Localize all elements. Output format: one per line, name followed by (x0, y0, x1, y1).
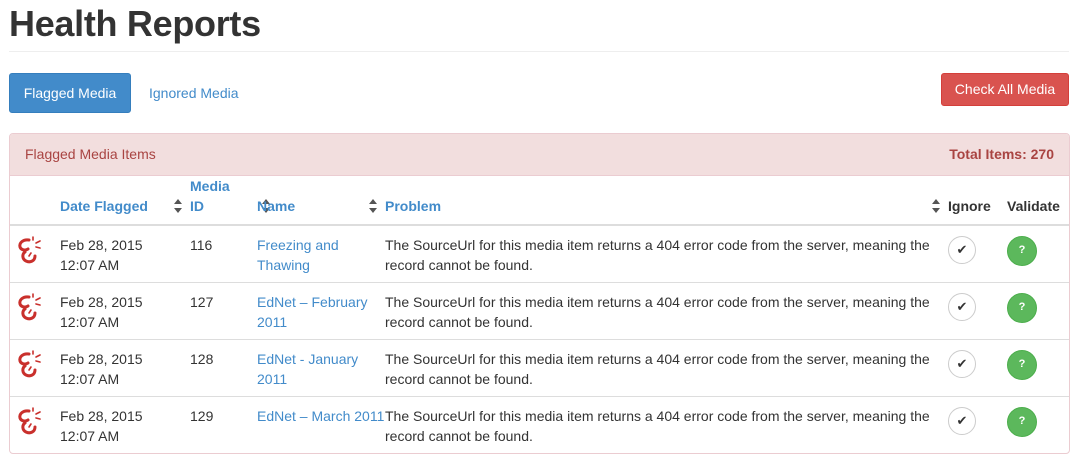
validate-button[interactable]: ? (1007, 292, 1037, 323)
problem-header[interactable]: Problem (385, 176, 948, 226)
date-flagged-cell: Feb 28, 2015 12:07 AM (60, 225, 190, 282)
ignore-check-button[interactable]: ✔ (948, 292, 976, 321)
validate-cell: ? (1007, 225, 1069, 282)
total-items: Total Items: 270 (949, 146, 1054, 162)
ignore-check-button[interactable]: ✔ (948, 236, 976, 264)
date-flagged-cell: Feb 28, 2015 12:07 AM (60, 338, 190, 396)
toolbar: Flagged Media Ignored Media Check All Me… (9, 73, 1069, 133)
time-text: 12:07 AM (60, 313, 120, 330)
validate-button[interactable]: ? (1007, 406, 1037, 437)
sort-icon (369, 199, 377, 213)
check-all-media-button[interactable]: Check All Media (941, 73, 1069, 106)
date-flagged-header[interactable]: Date Flagged (60, 176, 190, 226)
sort-icon (174, 199, 182, 213)
validate-header: Validate (1007, 176, 1069, 226)
validate-button[interactable]: ? (1007, 236, 1037, 266)
name-cell: EdNet – February 2011 (257, 281, 385, 339)
ignore-cell: ✔ (948, 395, 1007, 453)
validate-button[interactable]: ? (1007, 349, 1037, 380)
status-cell (10, 225, 60, 282)
media-name-link[interactable]: EdNet – February 2011 (257, 294, 368, 330)
broken-link-icon (18, 406, 41, 434)
ignore-header: Ignore (948, 176, 1007, 226)
media-id-cell: 127 (190, 281, 257, 339)
name-header[interactable]: Name (257, 176, 385, 226)
page: Health Reports Flagged Media Ignored Med… (0, 0, 1073, 454)
status-cell (10, 395, 60, 453)
ignore-cell: ✔ (948, 338, 1007, 396)
broken-link-icon (18, 292, 41, 320)
date-text: Feb 28, 2015 (60, 407, 143, 424)
table-row: Feb 28, 2015 12:07 AM 128 EdNet - Januar… (10, 338, 1069, 396)
media-name-link[interactable]: EdNet - January 2011 (257, 351, 358, 387)
problem-cell: The SourceUrl for this media item return… (385, 281, 948, 339)
date-flagged-cell: Feb 28, 2015 12:07 AM (60, 395, 190, 453)
ignored-media-tab[interactable]: Ignored Media (149, 73, 239, 113)
media-name-link[interactable]: Freezing and Thawing (257, 237, 339, 273)
panel-title: Flagged Media Items (25, 146, 156, 162)
status-cell (10, 281, 60, 339)
broken-link-icon (18, 349, 41, 377)
time-text: 12:07 AM (60, 370, 120, 387)
validate-cell: ? (1007, 338, 1069, 396)
table-row: Feb 28, 2015 12:07 AM 129 EdNet – March … (10, 395, 1069, 453)
media-id-header[interactable]: Media ID (190, 176, 270, 226)
page-title: Health Reports (9, 0, 1069, 52)
ignore-cell: ✔ (948, 281, 1007, 339)
table-row: Feb 28, 2015 12:07 AM 127 EdNet – Februa… (10, 281, 1069, 339)
time-text: 12:07 AM (60, 427, 120, 444)
flagged-media-tab[interactable]: Flagged Media (9, 73, 131, 113)
panel-heading: Flagged Media Items Total Items: 270 (10, 134, 1069, 176)
date-text: Feb 28, 2015 (60, 237, 143, 253)
ignore-check-button[interactable]: ✔ (948, 406, 976, 435)
date-flagged-cell: Feb 28, 2015 12:07 AM (60, 281, 190, 339)
name-cell: EdNet - January 2011 (257, 338, 385, 396)
problem-cell: The SourceUrl for this media item return… (385, 237, 930, 273)
ignore-check-button[interactable]: ✔ (948, 349, 976, 378)
status-column-header (10, 176, 60, 226)
media-id-cell: 129 (190, 395, 257, 453)
flagged-media-table: Date Flagged Media ID Name Problem Ignor… (10, 176, 1069, 453)
media-id-cell: 116 (190, 237, 213, 253)
table-row: Feb 28, 2015 12:07 AM 116 Freezing and T… (10, 225, 1069, 282)
sort-icon (932, 199, 940, 213)
media-name-link[interactable]: EdNet – March 2011 (257, 408, 384, 424)
name-cell: Freezing and Thawing (257, 225, 385, 282)
status-cell (10, 338, 60, 396)
name-cell: EdNet – March 2011 (257, 395, 385, 453)
date-text: Feb 28, 2015 (60, 350, 143, 367)
validate-cell: ? (1007, 395, 1069, 453)
table-header-row: Date Flagged Media ID Name Problem Ignor… (10, 176, 1069, 226)
validate-cell: ? (1007, 281, 1069, 339)
date-text: Feb 28, 2015 (60, 293, 143, 310)
media-id-cell: 128 (190, 338, 257, 396)
flagged-media-panel: Flagged Media Items Total Items: 270 Dat… (9, 133, 1070, 454)
problem-cell: The SourceUrl for this media item return… (385, 395, 948, 453)
time-text: 12:07 AM (60, 257, 120, 273)
table-body: Feb 28, 2015 12:07 AM 116 Freezing and T… (10, 225, 1069, 453)
problem-cell: The SourceUrl for this media item return… (385, 338, 948, 396)
ignore-cell: ✔ (948, 225, 1007, 282)
broken-link-icon (18, 236, 41, 264)
